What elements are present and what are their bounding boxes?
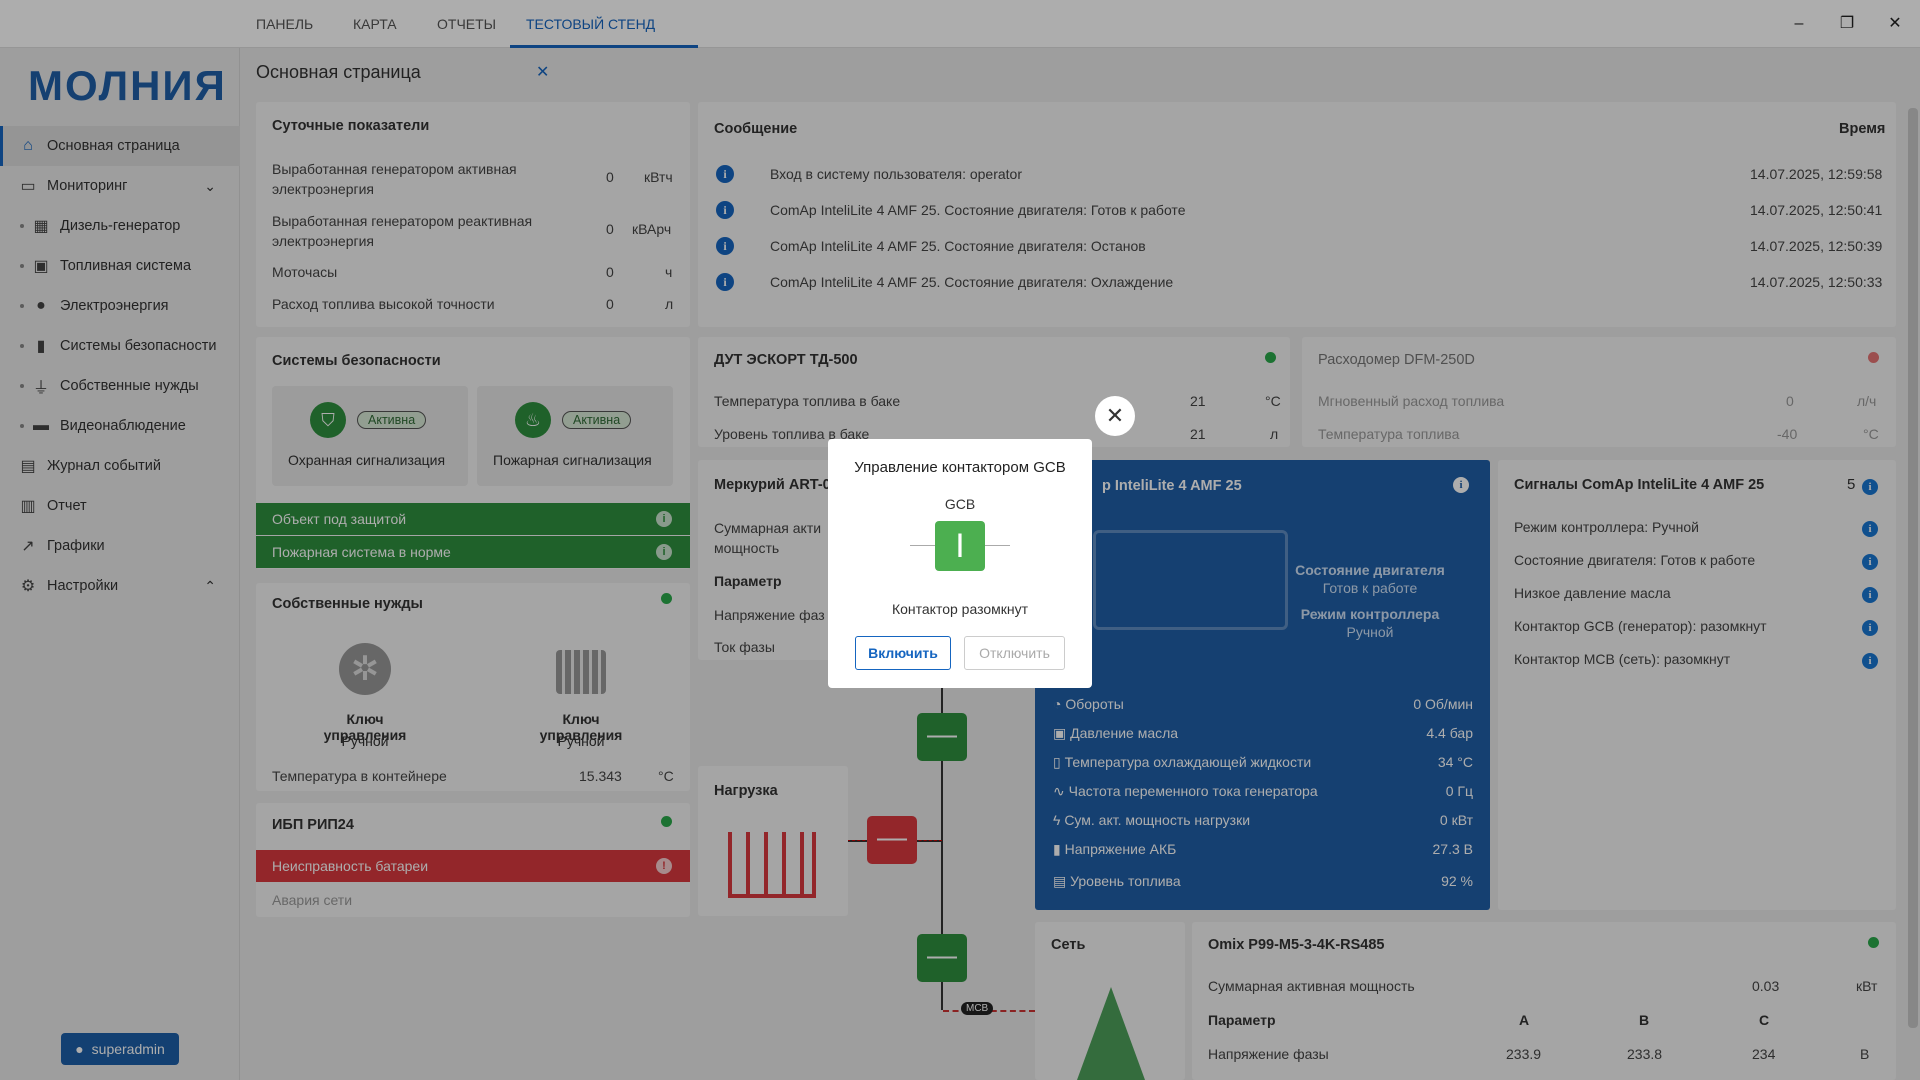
modal-close-button[interactable]: ✕ <box>1095 396 1135 436</box>
gcb-toggle-icon[interactable]: I <box>935 521 985 571</box>
turn-off-button[interactable]: Отключить <box>964 636 1065 670</box>
gcb-modal: Управление контактором GCB GCB I Контакт… <box>828 439 1092 688</box>
turn-on-button[interactable]: Включить <box>855 636 951 670</box>
contactor-state: Контактор разомкнут <box>891 601 1029 617</box>
modal-title: Управление контактором GCB <box>854 459 1066 476</box>
gcb-label: GCB <box>944 496 976 512</box>
